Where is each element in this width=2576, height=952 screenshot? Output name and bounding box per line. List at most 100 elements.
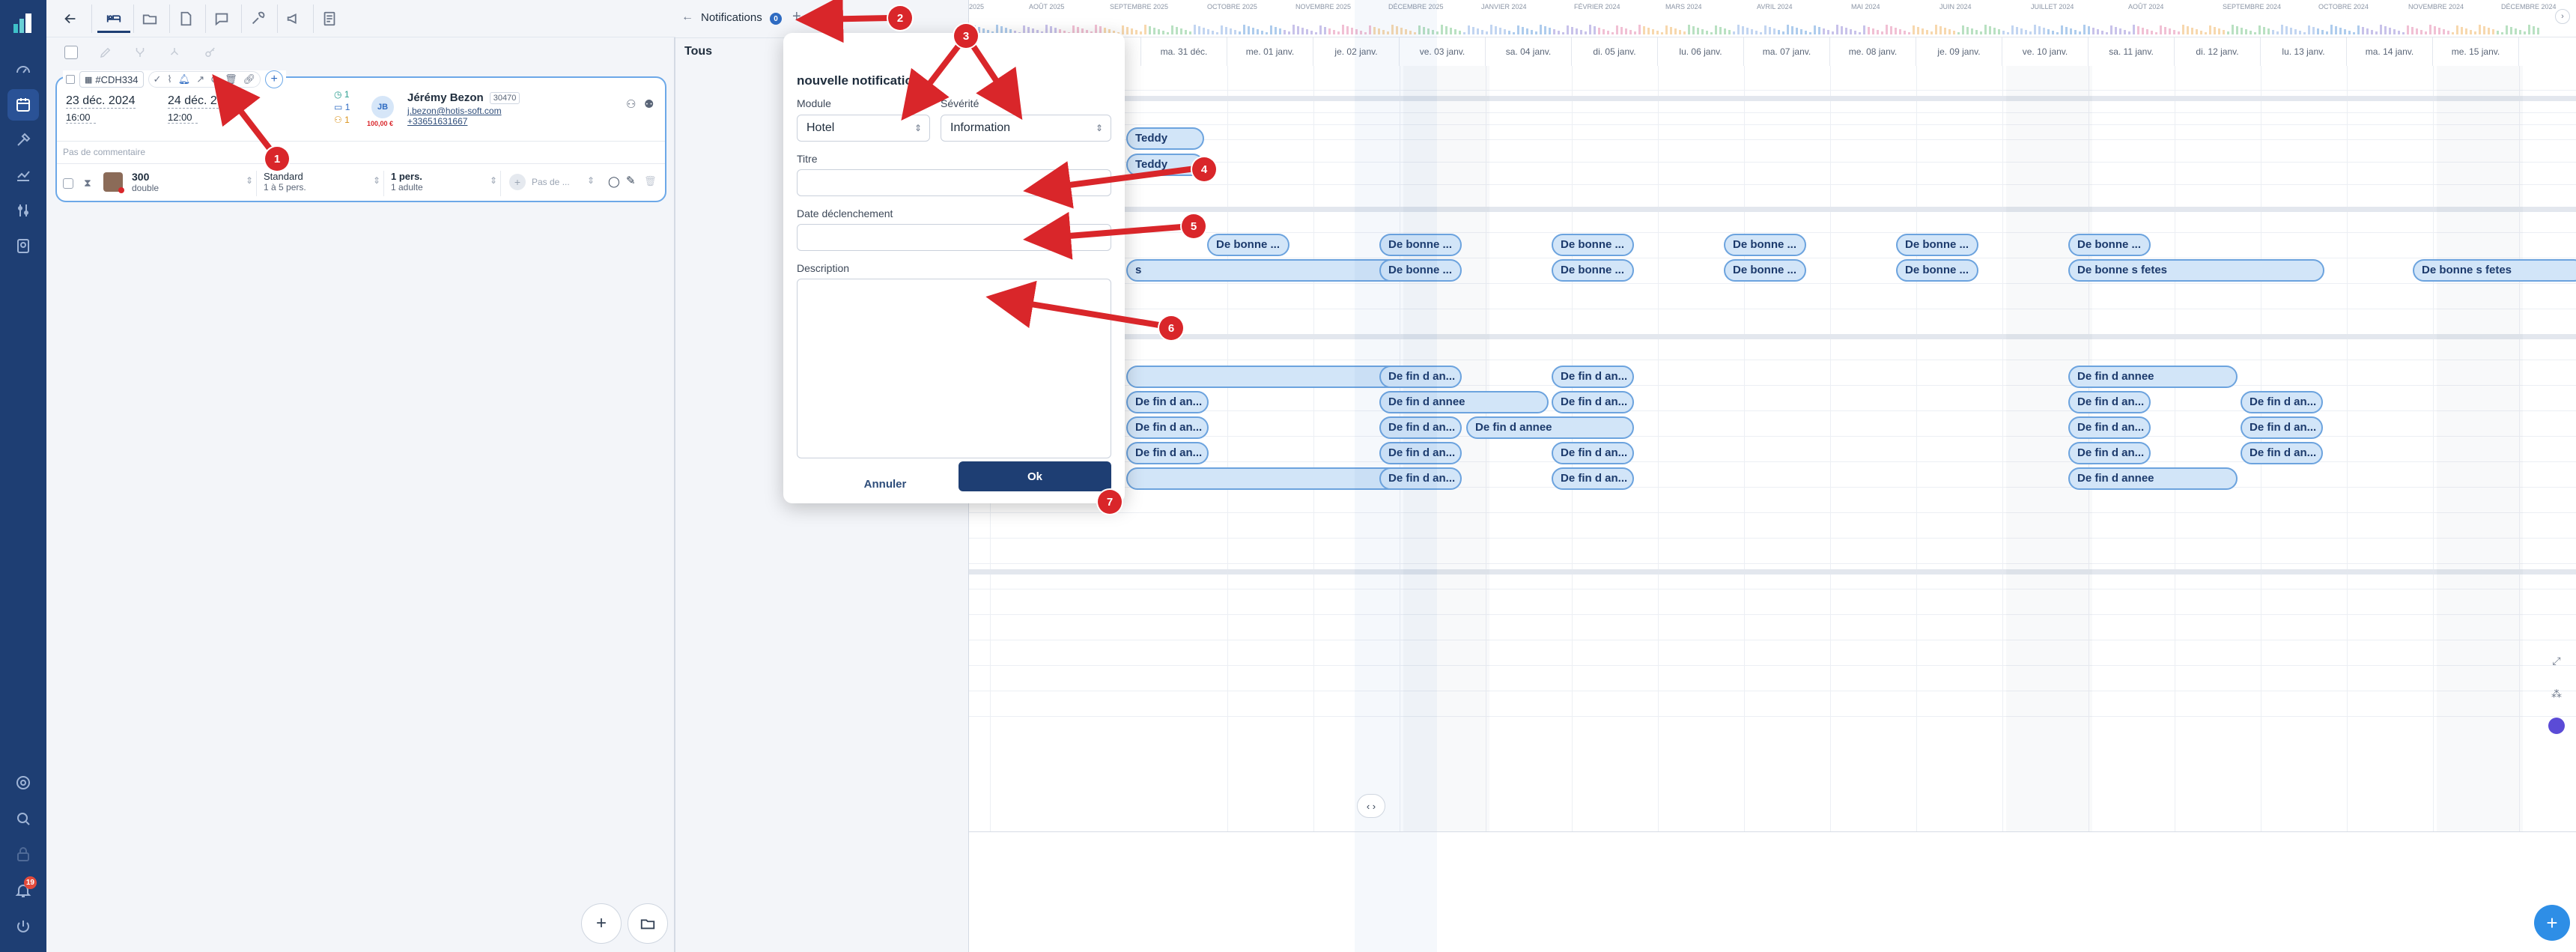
booking-checkbox[interactable] xyxy=(66,75,75,84)
day-header[interactable]: sa. 11 janv. xyxy=(2089,37,2175,66)
event-pill[interactable]: De fin d an... xyxy=(1552,391,1634,413)
event-pill[interactable]: De fin d an... xyxy=(1126,391,1209,413)
scroll-horizontal-button[interactable]: ‹ › xyxy=(1357,794,1385,818)
departure-date[interactable]: 24 déc. 2024 xyxy=(168,94,237,109)
event-pill[interactable]: De fin d annee xyxy=(1466,416,1634,439)
module-select[interactable]: Hotel ⇕ xyxy=(797,115,930,142)
calendar-icon[interactable] xyxy=(7,89,39,121)
select-all-checkbox[interactable] xyxy=(64,46,78,59)
split-icon[interactable] xyxy=(168,46,181,59)
edit-icon[interactable] xyxy=(99,46,112,59)
event-pill[interactable]: De fin d an... xyxy=(1126,416,1209,439)
guest-name[interactable]: Jérémy Bezon xyxy=(407,91,484,104)
notifications-bell-icon[interactable]: 19 xyxy=(7,875,39,906)
hourglass-icon[interactable]: ⧗ xyxy=(84,177,91,190)
filter-all-tab[interactable]: Tous xyxy=(684,45,712,58)
description-textarea[interactable] xyxy=(797,279,1111,458)
cancel-circle-icon[interactable]: ⊘ xyxy=(210,73,219,85)
delete-icon[interactable]: 🗑︎ xyxy=(644,175,657,187)
trigger-date-input[interactable] xyxy=(797,224,1111,251)
room-select-chevron-icon[interactable]: ⇕ xyxy=(246,175,253,186)
severity-select[interactable]: Information ⇕ xyxy=(941,115,1111,142)
open-folder-button[interactable] xyxy=(628,903,668,944)
bed-icon[interactable] xyxy=(97,4,130,33)
persons-block[interactable]: 1 pers. 1 adulte xyxy=(391,171,423,192)
lock-icon[interactable] xyxy=(7,839,39,870)
bell-icon[interactable]: 🔔︎ xyxy=(178,73,191,85)
day-header[interactable]: ma. 14 janv. xyxy=(2347,37,2433,66)
rate-select-chevron-icon[interactable]: ⇕ xyxy=(373,175,380,186)
wrench-icon[interactable] xyxy=(241,4,274,33)
event-pill[interactable]: De bonne ... xyxy=(1724,234,1806,256)
power-icon[interactable] xyxy=(7,911,39,942)
persons-select-chevron-icon[interactable]: ⇕ xyxy=(490,175,497,186)
day-header[interactable]: lu. 13 janv. xyxy=(2261,37,2347,66)
invoice-icon[interactable] xyxy=(313,4,346,33)
day-header[interactable]: ma. 31 déc. xyxy=(1141,37,1227,66)
megaphone-icon[interactable] xyxy=(277,4,310,33)
event-pill[interactable]: De fin d an... xyxy=(2068,416,2151,439)
guest-avatar[interactable]: JB xyxy=(371,96,394,118)
timeline-next-icon[interactable]: › xyxy=(2555,9,2570,24)
title-input[interactable] xyxy=(797,169,1111,196)
event-pill[interactable]: De fin d annee xyxy=(2068,366,2238,388)
arrival-time[interactable]: 16:00 xyxy=(66,112,96,124)
document-icon[interactable] xyxy=(169,4,202,33)
day-header[interactable]: sa. 04 janv. xyxy=(1486,37,1572,66)
add-fab-button[interactable]: + xyxy=(2534,905,2570,941)
event-pill[interactable]: De fin d an... xyxy=(2068,442,2151,464)
booking-card[interactable]: ▦ #CDH334 ✓ ⌇ 🔔︎ ↗ ⊘ 🗑︎ 🔗︎ + 23 déc. 2024… xyxy=(55,70,666,202)
arrival-date[interactable]: 23 déc. 2024 xyxy=(66,94,136,109)
event-pill[interactable]: De fin d an... xyxy=(1126,442,1209,464)
add-extra-icon[interactable]: + xyxy=(509,174,526,190)
extra-select-chevron-icon[interactable]: ⇕ xyxy=(587,175,595,186)
statistics-icon[interactable] xyxy=(7,160,39,191)
folder-icon[interactable] xyxy=(133,4,166,33)
guest-phone[interactable]: +33651631667 xyxy=(407,116,520,127)
trash-icon[interactable]: 🗑︎ xyxy=(225,73,237,85)
event-pill[interactable]: Teddy xyxy=(1126,127,1204,150)
add-circle-icon[interactable]: + xyxy=(265,70,284,88)
day-header[interactable]: lu. 06 janv. xyxy=(1658,37,1744,66)
day-header[interactable]: di. 05 janv. xyxy=(1572,37,1658,66)
check-icon[interactable]: ✓ xyxy=(154,73,162,85)
guest-edit-icon[interactable]: ⚇ xyxy=(626,97,636,111)
support-icon[interactable] xyxy=(7,767,39,798)
cancel-button[interactable]: Annuler xyxy=(840,470,930,497)
day-header[interactable]: me. 01 janv. xyxy=(1227,37,1313,66)
assistant-icon[interactable] xyxy=(2546,715,2567,736)
external-link-icon[interactable]: ↗ xyxy=(196,73,204,85)
event-pill[interactable]: De bonne ... xyxy=(1552,234,1634,256)
day-header[interactable]: je. 09 janv. xyxy=(1916,37,2002,66)
rate-block[interactable]: Standard 1 à 5 pers. xyxy=(264,171,306,192)
comment-field[interactable]: Pas de commentaire xyxy=(63,147,145,157)
event-pill[interactable]: De bonne ... xyxy=(1896,234,1978,256)
app-logo-icon[interactable] xyxy=(10,10,36,36)
guest-add-icon[interactable]: ⚉ xyxy=(644,97,654,111)
resize-icon[interactable]: ⤢ xyxy=(2546,650,2567,671)
chat-icon[interactable] xyxy=(205,4,238,33)
event-pill[interactable]: De fin d annee xyxy=(2068,467,2238,490)
day-header[interactable]: ma. 07 janv. xyxy=(1744,37,1830,66)
guest-email[interactable]: j.bezon@hotis-soft.com xyxy=(407,106,520,116)
event-pill[interactable]: De fin d an... xyxy=(1552,366,1634,388)
day-header[interactable]: me. 08 janv. xyxy=(1830,37,1916,66)
event-pill[interactable]: De bonne ... xyxy=(2068,234,2151,256)
departure-time[interactable]: 12:00 xyxy=(168,112,198,124)
event-pill[interactable]: De bonne ... xyxy=(1724,259,1806,282)
add-booking-button[interactable]: + xyxy=(581,903,622,944)
event-pill[interactable]: De bonne s fetes xyxy=(2068,259,2324,282)
event-pill[interactable]: De fin d an... xyxy=(2241,416,2323,439)
ok-button[interactable]: Ok xyxy=(959,461,1111,491)
year-timeline[interactable]: 2025 AOÛT 2025 SEPTEMBRE 2025 OCTOBRE 2025 N… xyxy=(969,0,2576,37)
comment-bubble-icon[interactable]: ◯ xyxy=(608,175,620,188)
back-arrow-icon[interactable]: ← xyxy=(681,10,693,24)
event-pill[interactable]: De bonne s fetes xyxy=(2413,259,2576,282)
event-pill[interactable]: De fin d an... xyxy=(1552,467,1634,490)
add-notification-button[interactable]: + xyxy=(792,8,801,25)
key-icon[interactable] xyxy=(204,46,217,59)
pencil-icon[interactable]: ✎ xyxy=(626,174,636,187)
event-pill[interactable]: De fin d an... xyxy=(2068,391,2151,413)
chart-icon[interactable]: ⌇ xyxy=(167,73,171,85)
event-pill[interactable]: De bonne ... xyxy=(1896,259,1978,282)
